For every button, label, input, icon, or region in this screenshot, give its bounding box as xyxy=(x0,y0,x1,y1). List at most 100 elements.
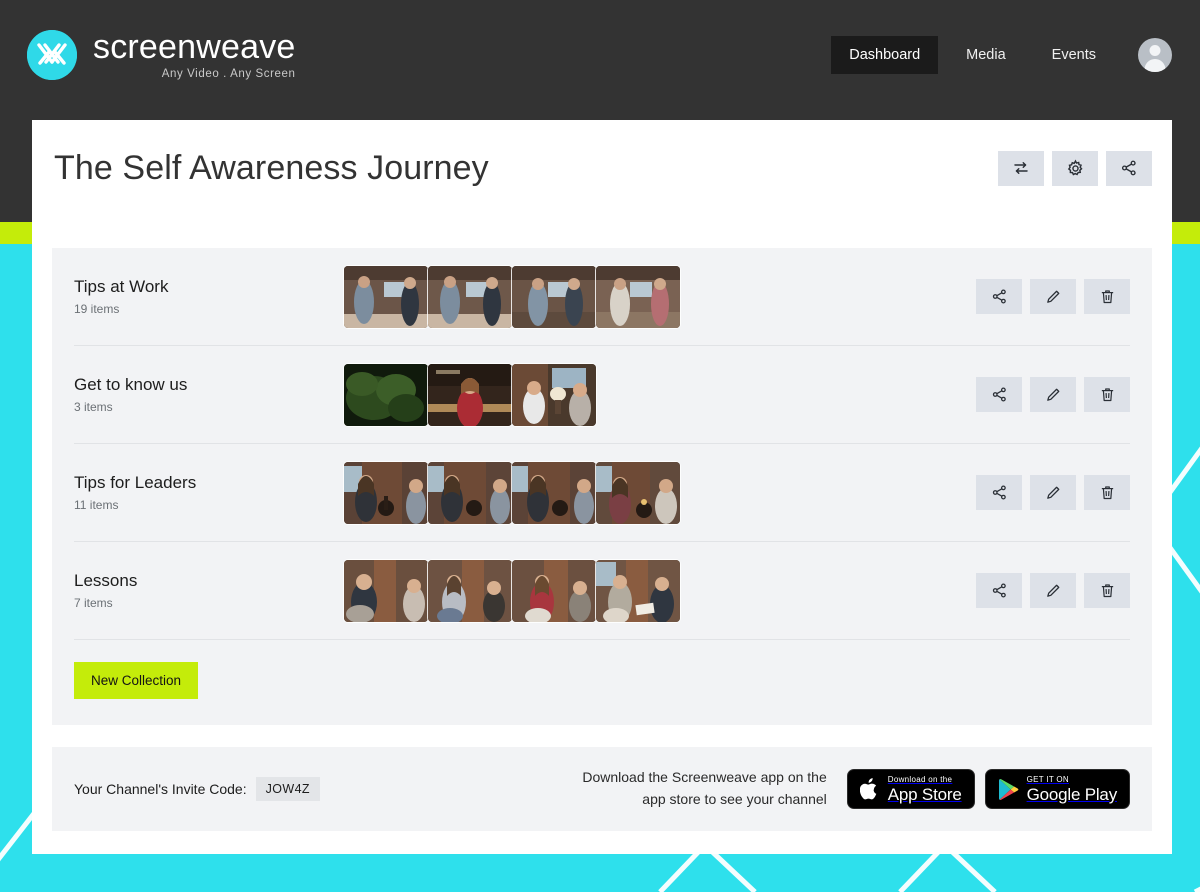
collection-thumbnail[interactable] xyxy=(512,461,596,524)
nav-item-dashboard[interactable]: Dashboard xyxy=(831,36,939,74)
collection-thumbnail-strip[interactable] xyxy=(344,363,596,426)
collection-info: Tips for Leaders 11 items xyxy=(74,473,344,512)
collection-item-count: 7 items xyxy=(74,596,113,610)
transfer-arrows-icon xyxy=(1014,162,1028,174)
main-content-sheet: The Self Awareness Journey Tips at Work … xyxy=(32,120,1172,854)
collection-thumbnail[interactable] xyxy=(512,363,596,426)
collection-thumbnail[interactable] xyxy=(428,461,512,524)
pencil-icon xyxy=(1046,388,1059,401)
edit-collection-button[interactable] xyxy=(1030,377,1076,412)
collection-thumbnail[interactable] xyxy=(344,363,428,426)
nav-item-media[interactable]: Media xyxy=(948,36,1024,74)
collection-thumbnail[interactable] xyxy=(428,363,512,426)
collection-info: Lessons 7 items xyxy=(74,571,344,610)
collection-title: Tips at Work xyxy=(74,277,169,296)
collection-actions xyxy=(976,279,1130,314)
collection-thumbnail-strip[interactable] xyxy=(344,265,680,328)
reorder-button[interactable] xyxy=(998,150,1044,186)
invite-code-block: Your Channel's Invite Code: JOW4Z xyxy=(74,777,320,801)
collection-title: Get to know us xyxy=(74,375,188,394)
apple-logo-icon xyxy=(859,778,877,800)
download-prompt-text: Download the Screenweave app on the app … xyxy=(582,767,826,810)
footer-bar: Your Channel's Invite Code: JOW4Z Downlo… xyxy=(52,747,1152,831)
collection-thumbnail[interactable] xyxy=(512,559,596,622)
collections-panel: Tips at Work 19 items Get to know us 3 i… xyxy=(52,248,1152,725)
delete-collection-button[interactable] xyxy=(1084,475,1130,510)
collection-item-count: 3 items xyxy=(74,400,113,414)
share-collection-button[interactable] xyxy=(976,377,1022,412)
new-collection-button[interactable]: New Collection xyxy=(74,662,199,699)
app-store-text: Download on the App Store xyxy=(887,775,962,804)
collection-thumbnail[interactable] xyxy=(428,265,512,328)
edit-collection-button[interactable] xyxy=(1030,475,1076,510)
google-play-small-text: GET IT ON xyxy=(1026,774,1069,784)
share-collection-button[interactable] xyxy=(976,475,1022,510)
app-store-badge[interactable]: Download on the App Store xyxy=(846,769,975,809)
collection-row[interactable]: Get to know us 3 items xyxy=(74,346,1130,444)
page-header: The Self Awareness Journey xyxy=(32,120,1172,216)
trash-icon xyxy=(1101,290,1113,304)
brand-logo[interactable]: screenweave Any Video . Any Screen xyxy=(27,28,296,80)
edit-collection-button[interactable] xyxy=(1030,279,1076,314)
pencil-icon xyxy=(1046,584,1059,597)
share-collection-button[interactable] xyxy=(976,573,1022,608)
google-play-triangle-icon xyxy=(998,778,1018,800)
collection-actions xyxy=(976,377,1130,412)
nav-item-events[interactable]: Events xyxy=(1034,36,1114,74)
collection-thumbnail[interactable] xyxy=(596,265,680,328)
collection-thumbnail[interactable] xyxy=(428,559,512,622)
collection-thumbnail[interactable] xyxy=(344,265,428,328)
collection-row[interactable]: Tips for Leaders 11 items xyxy=(74,444,1130,542)
store-badges: Download on the App Store GET IT ON Goog… xyxy=(846,769,1130,809)
collection-title: Tips for Leaders xyxy=(74,473,197,492)
collection-title: Lessons xyxy=(74,571,138,590)
collection-thumbnail-strip[interactable] xyxy=(344,559,680,622)
brand-text-block: screenweave Any Video . Any Screen xyxy=(93,28,296,80)
brand-name: screenweave xyxy=(93,28,296,67)
collection-thumbnail[interactable] xyxy=(596,559,680,622)
collection-row[interactable]: Tips at Work 19 items xyxy=(74,248,1130,346)
collection-item-count: 11 items xyxy=(74,498,119,512)
delete-collection-button[interactable] xyxy=(1084,377,1130,412)
google-play-big-text: Google Play xyxy=(1026,784,1118,804)
share-collection-button[interactable] xyxy=(976,279,1022,314)
header-action-buttons xyxy=(998,150,1152,186)
invite-code-value[interactable]: JOW4Z xyxy=(255,777,320,801)
collection-info: Tips at Work 19 items xyxy=(74,277,344,316)
delete-collection-button[interactable] xyxy=(1084,279,1130,314)
share-button[interactable] xyxy=(1106,150,1152,186)
share-nodes-icon xyxy=(992,583,1006,598)
collection-thumbnail-strip[interactable] xyxy=(344,461,680,524)
app-download-block: Download the Screenweave app on the app … xyxy=(582,767,1130,810)
nav-links: Dashboard Media Events xyxy=(831,36,1172,74)
settings-button[interactable] xyxy=(1052,150,1098,186)
screenweave-weave-logo-icon xyxy=(27,30,77,80)
collection-item-count: 19 items xyxy=(74,302,120,316)
download-prompt-line2: app store to see your channel xyxy=(642,791,827,807)
share-nodes-icon xyxy=(992,387,1006,402)
app-store-big-text: App Store xyxy=(887,784,962,804)
page-title: The Self Awareness Journey xyxy=(54,148,489,187)
new-collection-area: New Collection xyxy=(74,640,1130,725)
invite-code-label: Your Channel's Invite Code: xyxy=(74,781,247,797)
user-avatar-icon[interactable] xyxy=(1138,38,1172,72)
share-nodes-icon xyxy=(992,289,1006,304)
google-play-text: GET IT ON Google Play xyxy=(1026,774,1118,804)
pencil-icon xyxy=(1046,486,1059,499)
collection-thumbnail[interactable] xyxy=(596,461,680,524)
trash-icon xyxy=(1101,388,1113,402)
trash-icon xyxy=(1101,584,1113,598)
download-prompt-line1: Download the Screenweave app on the xyxy=(582,769,827,786)
pencil-icon xyxy=(1046,290,1059,303)
share-nodes-icon xyxy=(992,485,1006,500)
collection-thumbnail[interactable] xyxy=(344,461,428,524)
collection-thumbnail[interactable] xyxy=(512,265,596,328)
google-play-badge[interactable]: GET IT ON Google Play xyxy=(984,769,1130,809)
trash-icon xyxy=(1101,486,1113,500)
collection-thumbnail[interactable] xyxy=(344,559,428,622)
delete-collection-button[interactable] xyxy=(1084,573,1130,608)
brand-tagline: Any Video . Any Screen xyxy=(161,67,296,80)
edit-collection-button[interactable] xyxy=(1030,573,1076,608)
collection-row[interactable]: Lessons 7 items xyxy=(74,542,1130,640)
collection-actions xyxy=(976,475,1130,510)
